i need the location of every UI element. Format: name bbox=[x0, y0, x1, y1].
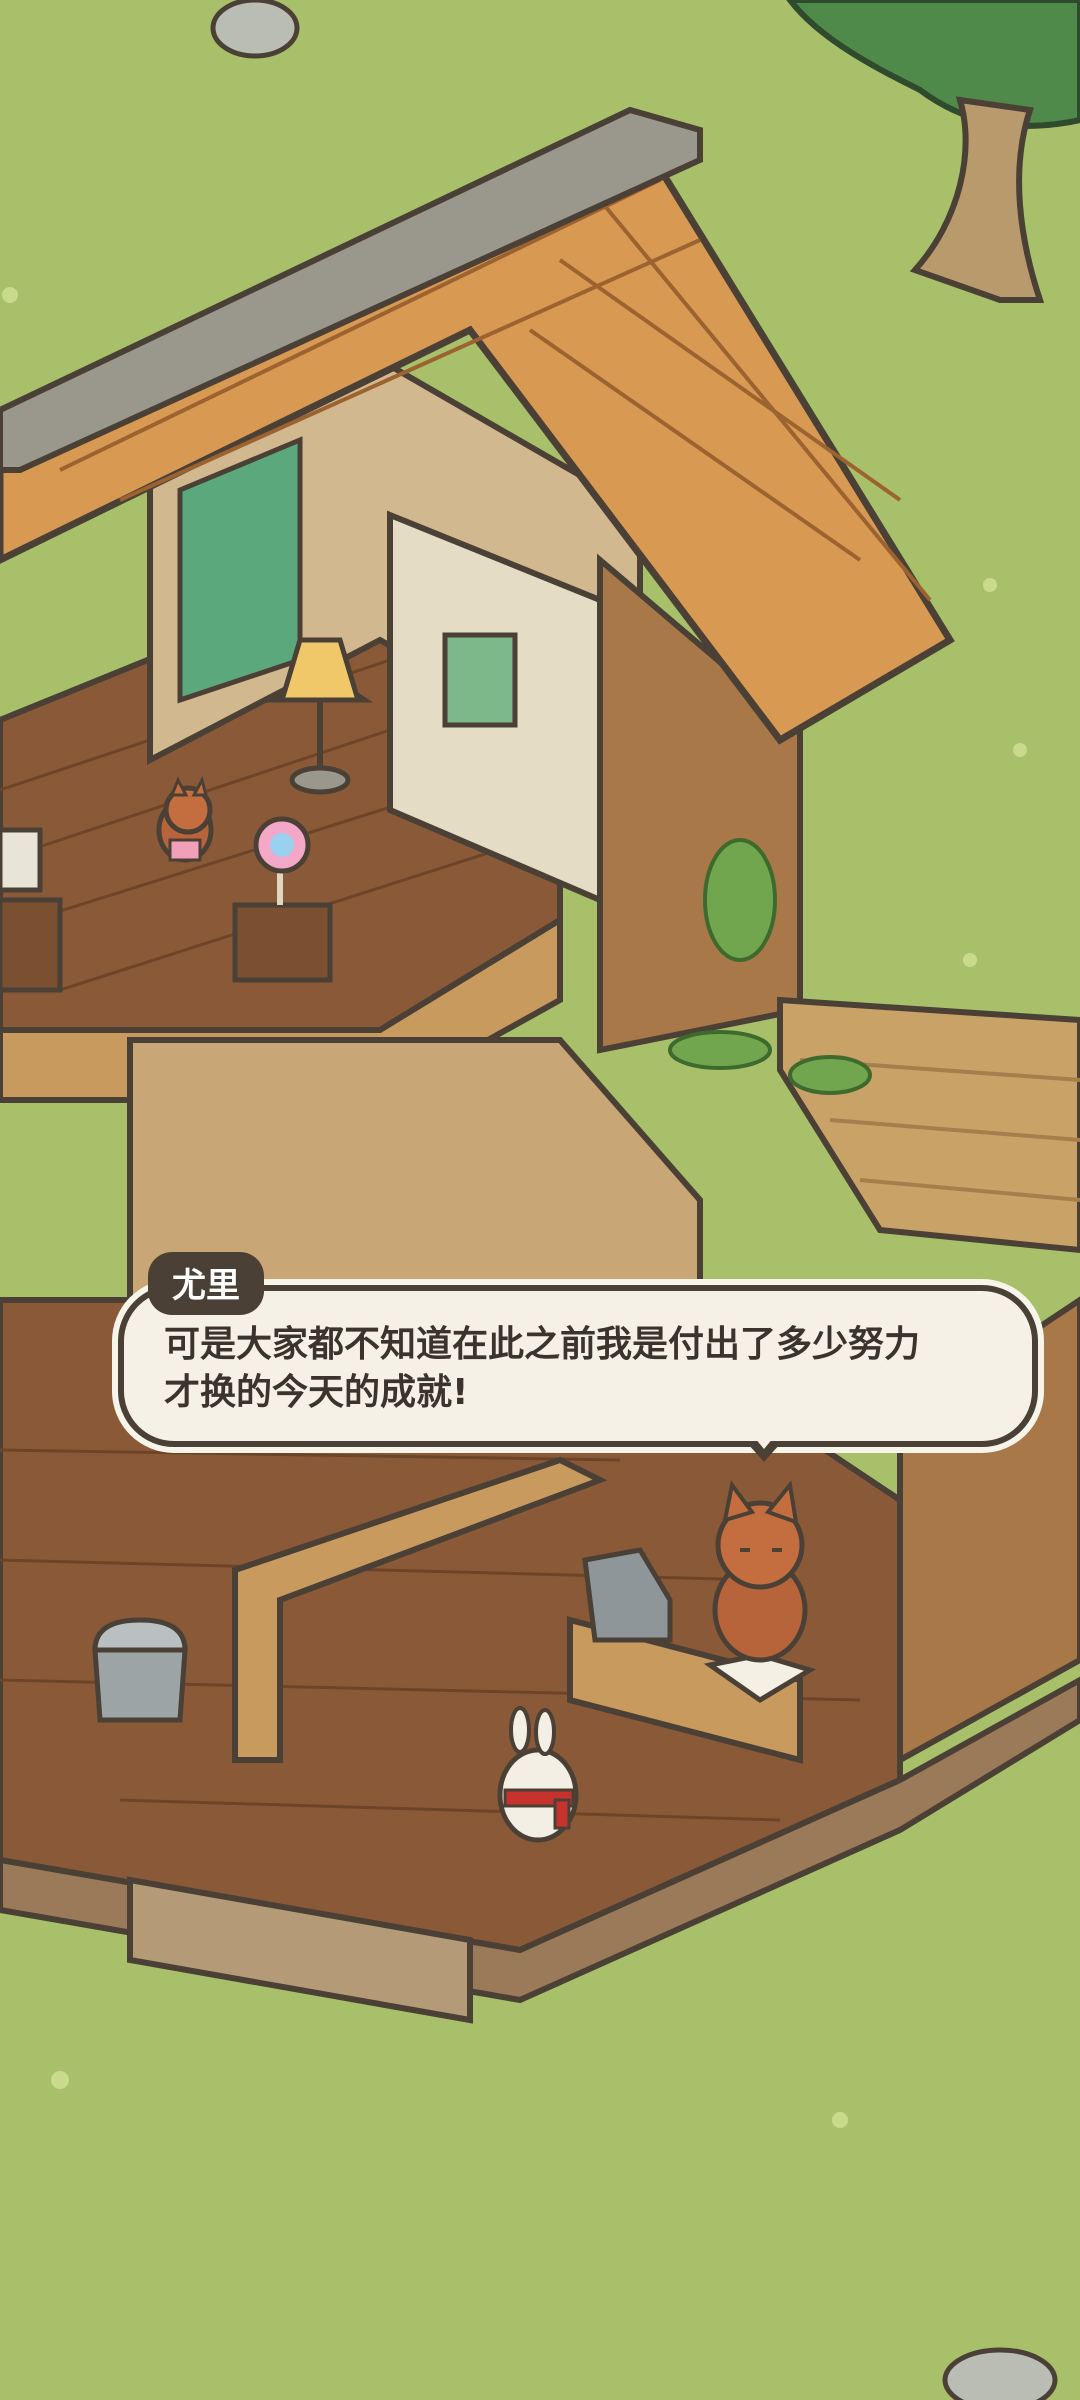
dialog-box[interactable]: 可是大家都不知道在此之前我是付出了多少努力 才换的今天的成就! bbox=[118, 1285, 1038, 1447]
rock-icon bbox=[942, 2347, 1058, 2400]
speaker-name-tag: 尤里 bbox=[148, 1252, 264, 1315]
dialog-text-line-1: 可是大家都不知道在此之前我是付出了多少努力 bbox=[164, 1324, 921, 1365]
dialog-pointer bbox=[748, 1437, 780, 1462]
game-scene[interactable] bbox=[0, 0, 1080, 2400]
rock-icon bbox=[210, 0, 300, 59]
fox-icon[interactable] bbox=[712, 1480, 808, 1663]
picture-frame bbox=[442, 632, 518, 728]
dialog-text-line-2: 才换的今天的成就! bbox=[164, 1372, 469, 1413]
trash-can-icon[interactable] bbox=[92, 1617, 188, 1723]
